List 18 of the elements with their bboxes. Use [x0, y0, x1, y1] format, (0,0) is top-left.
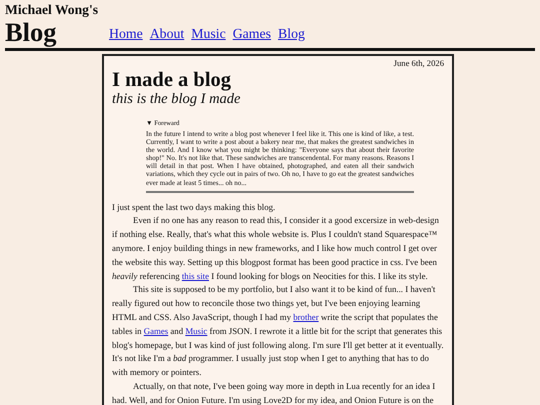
nav-link[interactable]: Home	[109, 26, 143, 42]
site-owner: Michael Wong's	[5, 2, 98, 18]
paragraph: Actually, on that note, I've been going way more in depth in Lua recently for an idea I had. Well, and for Onion Future. I'm using Love2D for my idea, and Onion Future is on the	[112, 380, 436, 405]
nav-link[interactable]: Games	[232, 26, 272, 42]
paragraph: I just spent the last two days making this blog.	[112, 200, 276, 214]
paragraph: This site is supposed to be my portfolio, but I also want it to be kind of fun... I haven't really figured out how to reconcile those two things yet, but I've been enjoying learning HTML and CSS. Also JavaScript, though I had my brother write the script that populates the tables in Games and Music from JSON. I rewrote it a little bit for the script that generates this blog's homepage, but I was kind of just following along. I'm sure I'll get better at it eventually. It's not like I'm a bad programmer. I usually just stop when I get to anything that has to do with memory or pointers.	[112, 283, 444, 380]
inline-link[interactable]: this site	[182, 270, 209, 281]
inline-link[interactable]: Music	[185, 326, 208, 336]
post-title: I made a blog	[112, 69, 232, 91]
post-subtitle: this is the blog I made	[112, 91, 242, 107]
post-date: June 6th, 2026	[392, 58, 444, 69]
inline-link[interactable]: Games	[144, 326, 168, 336]
inline-link[interactable]: brother	[293, 312, 319, 322]
site-title: Blog	[5, 18, 57, 46]
paragraph: Even if no one has any reason to read this, I consider it a good excersize in web-design if nothing else. Really, that's what this whole website is. Plus I couldn't stand Squarespace™ anymore. I enjoy building things in new frameworks, and I like how much control I get over the website this way. Setting up this blogpost format has been good practice in css. I've been heavily referencing this site I found looking for blogs on Neocities for this. I like its style.	[112, 214, 440, 283]
nav-link[interactable]: Music	[191, 26, 226, 42]
nav-link[interactable]: Blog	[278, 26, 305, 42]
nav-link[interactable]: About	[150, 26, 184, 42]
